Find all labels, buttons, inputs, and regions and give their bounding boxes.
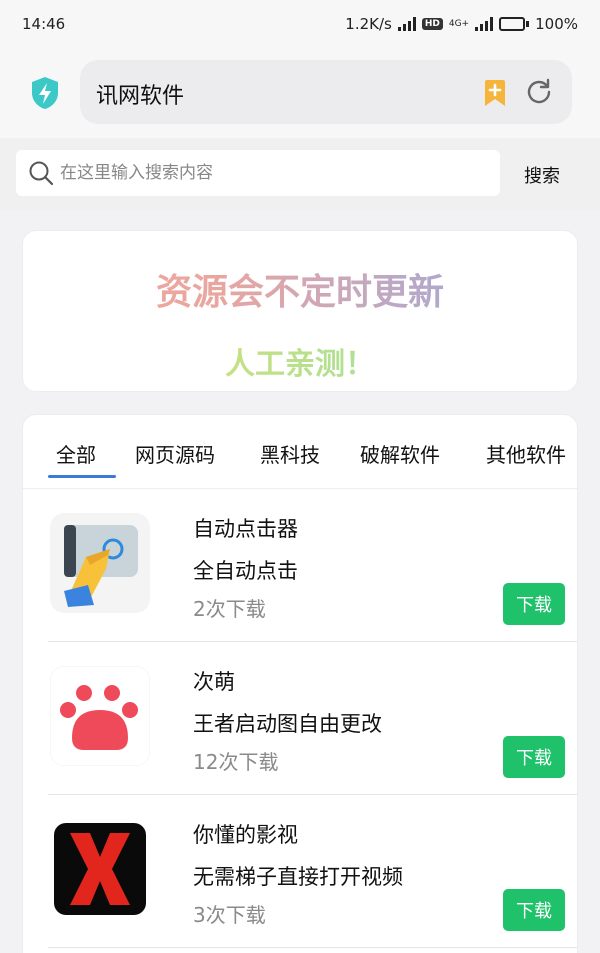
tab-web-source[interactable]: 网页源码 [135,439,215,468]
auto-clicker-icon [50,513,150,613]
search-button[interactable]: 搜索 [512,160,572,190]
search-box[interactable] [16,150,500,196]
banner-title: 资源会不定时更新 [23,263,577,315]
search-bar: 搜索 [0,138,600,210]
download-button[interactable]: 下载 [503,736,565,778]
bookmark-add-icon[interactable] [483,80,507,106]
tab-other-software[interactable]: 其他软件 [486,439,566,468]
battery-icon [499,17,530,31]
item-name: 次萌 [193,670,235,694]
list-item[interactable]: 次萌 王者启动图自由更改 12次下载 下载 [48,642,577,795]
search-icon [29,161,54,186]
battery-percent: 100% [535,15,578,33]
list-item[interactable]: 自动点击器 全自动点击 2次下载 下载 [48,489,577,642]
notice-banner: 资源会不定时更新 人工亲测！ [22,230,578,392]
download-button[interactable]: 下载 [503,583,565,625]
banner-subtitle: 人工亲测！ [23,339,577,383]
tab-black-tech[interactable]: 黑科技 [260,439,320,468]
software-list-card: 全部 网页源码 黑科技 破解软件 其他软件 自动点击器 全自动点击 2次下载 下… [22,414,578,953]
page-title: 讯网软件 [96,84,185,109]
item-description: 王者启动图自由更改 [193,712,382,736]
refresh-icon[interactable] [526,78,552,104]
category-tabs: 全部 网页源码 黑科技 破解软件 其他软件 [23,415,577,489]
paw-icon [50,666,150,766]
tab-all[interactable]: 全部 [56,439,96,468]
download-button[interactable]: 下载 [503,889,565,931]
item-description: 无需梯子直接打开视频 [193,865,403,889]
download-count: 3次下载 [193,903,266,927]
hd-badge: HD [421,18,443,30]
active-tab-indicator [48,475,116,478]
net-speed: 1.2K/s [345,15,392,33]
item-description: 全自动点击 [193,559,298,583]
item-name: 自动点击器 [193,517,298,541]
signal-4g-icon [475,17,494,31]
signal-icon [397,17,416,31]
network-type: 4G+ [448,19,470,29]
tab-cracked-software[interactable]: 破解软件 [360,439,440,468]
item-name: 你懂的影视 [193,823,298,847]
download-count: 2次下载 [193,597,266,621]
app-header: 讯网软件 [0,48,600,138]
status-indicators: 1.2K/s HD 4G+ 100% [345,15,578,33]
url-bar[interactable]: 讯网软件 [80,60,572,124]
shield-bolt-icon[interactable] [30,76,60,110]
status-time: 14:46 [22,15,66,33]
status-bar: 14:46 1.2K/s HD 4G+ 100% [0,0,600,48]
download-count: 12次下载 [193,750,279,774]
list-item[interactable]: 你懂的影视 无需梯子直接打开视频 3次下载 下载 [48,795,577,948]
search-input[interactable] [60,158,480,188]
red-x-icon [54,823,146,915]
